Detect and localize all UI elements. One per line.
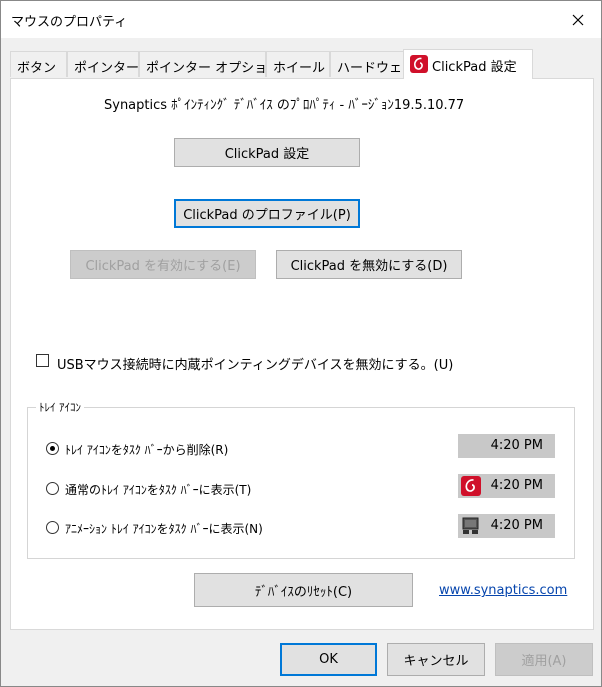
close-icon [572,14,584,25]
tab-pointers[interactable]: ポインター [67,51,139,77]
touchpad-animated-icon [462,517,479,534]
cancel-button[interactable]: キャンセル [387,643,485,676]
preview-time: 4:20 PM [490,438,543,453]
enable-clickpad-button[interactable]: ClickPad を有効にする(E) [70,250,256,279]
tab-pointer-options[interactable]: ポインター オプション [139,51,280,77]
ok-button[interactable]: OK [280,643,377,676]
usb-disable-checkbox[interactable] [36,354,49,367]
button-label: ClickPad を無効にする(D) [290,259,448,274]
title-bar: マウスのプロパティ [1,1,601,38]
radio-remove-tray-icon-label[interactable]: ﾄﾚｲ ｱｲｺﾝをﾀｽｸ ﾊﾞｰから削除(R) [65,441,228,458]
radio-remove-tray-icon[interactable] [46,442,59,455]
tab-label: ClickPad 設定 [432,60,517,75]
tab-wheel[interactable]: ホイール [266,51,330,77]
radio-show-animated-tray-icon-label[interactable]: ｱﾆﾒｰｼｮﾝ ﾄﾚｲ ｱｲｺﾝをﾀｽｸ ﾊﾞｰに表示(N) [65,520,263,537]
tab-label: ポインター オプション [146,61,281,76]
close-button[interactable] [555,1,601,38]
disable-clickpad-button[interactable]: ClickPad を無効にする(D) [276,250,462,279]
button-label: ClickPad を有効にする(E) [85,259,241,274]
button-label: 適用(A) [521,654,567,669]
reset-device-button[interactable]: ﾃﾞﾊﾞｲｽのﾘｾｯﾄ(C) [194,573,413,607]
button-label: OK [319,652,338,667]
clickpad-profile-button[interactable]: ClickPad のプロファイル(P) [174,199,360,228]
version-text: Synaptics ﾎﾟｲﾝﾃｨﾝｸﾞ ﾃﾞﾊﾞｲｽ のﾌﾟﾛﾊﾟﾃｨ - ﾊﾞ… [104,98,465,113]
apply-button[interactable]: 適用(A) [495,643,593,676]
window-title: マウスのプロパティ [11,15,128,30]
preview-time: 4:20 PM [490,518,543,533]
taskbar-preview-animated: 4:20 PM [458,514,555,538]
tab-label: ポインター [74,61,140,76]
radio-show-normal-tray-icon-label[interactable]: 通常のﾄﾚｲ ｱｲｺﾝをﾀｽｸ ﾊﾞｰに表示(T) [65,481,251,498]
taskbar-preview-none: 4:20 PM [458,434,555,458]
usb-disable-checkbox-label[interactable]: USBマウス接続時に内蔵ポインティングデバイスを無効にする。(U) [57,354,453,373]
tab-clickpad-settings[interactable]: ClickPad 設定 [403,49,533,79]
synaptics-logo-icon [410,55,428,73]
tab-label: ボタン [17,61,57,76]
button-label: ClickPad 設定 [224,147,310,162]
tab-hardware[interactable]: ハードウェア [330,51,415,77]
button-label: ClickPad のプロファイル(P) [183,208,351,223]
radio-selected-dot [50,446,55,451]
mouse-properties-window: マウスのプロパティ ボタン ポインター ポインター オプション ホイール ハード… [0,0,602,687]
button-label: ﾃﾞﾊﾞｲｽのﾘｾｯﾄ(C) [254,584,353,600]
synaptics-website-link[interactable]: www.synaptics.com [439,583,567,598]
tray-icon-group-legend: ﾄﾚｲ ｱｲｺﾝ [36,399,84,415]
synaptics-logo-icon [461,476,481,496]
taskbar-preview-normal: 4:20 PM [458,474,555,498]
radio-show-normal-tray-icon[interactable] [46,482,59,495]
clickpad-settings-button[interactable]: ClickPad 設定 [174,138,360,167]
preview-time: 4:20 PM [490,478,543,493]
tab-buttons[interactable]: ボタン [10,51,67,77]
radio-show-animated-tray-icon[interactable] [46,521,59,534]
button-label: キャンセル [403,654,469,669]
tab-label: ホイール [273,61,326,76]
